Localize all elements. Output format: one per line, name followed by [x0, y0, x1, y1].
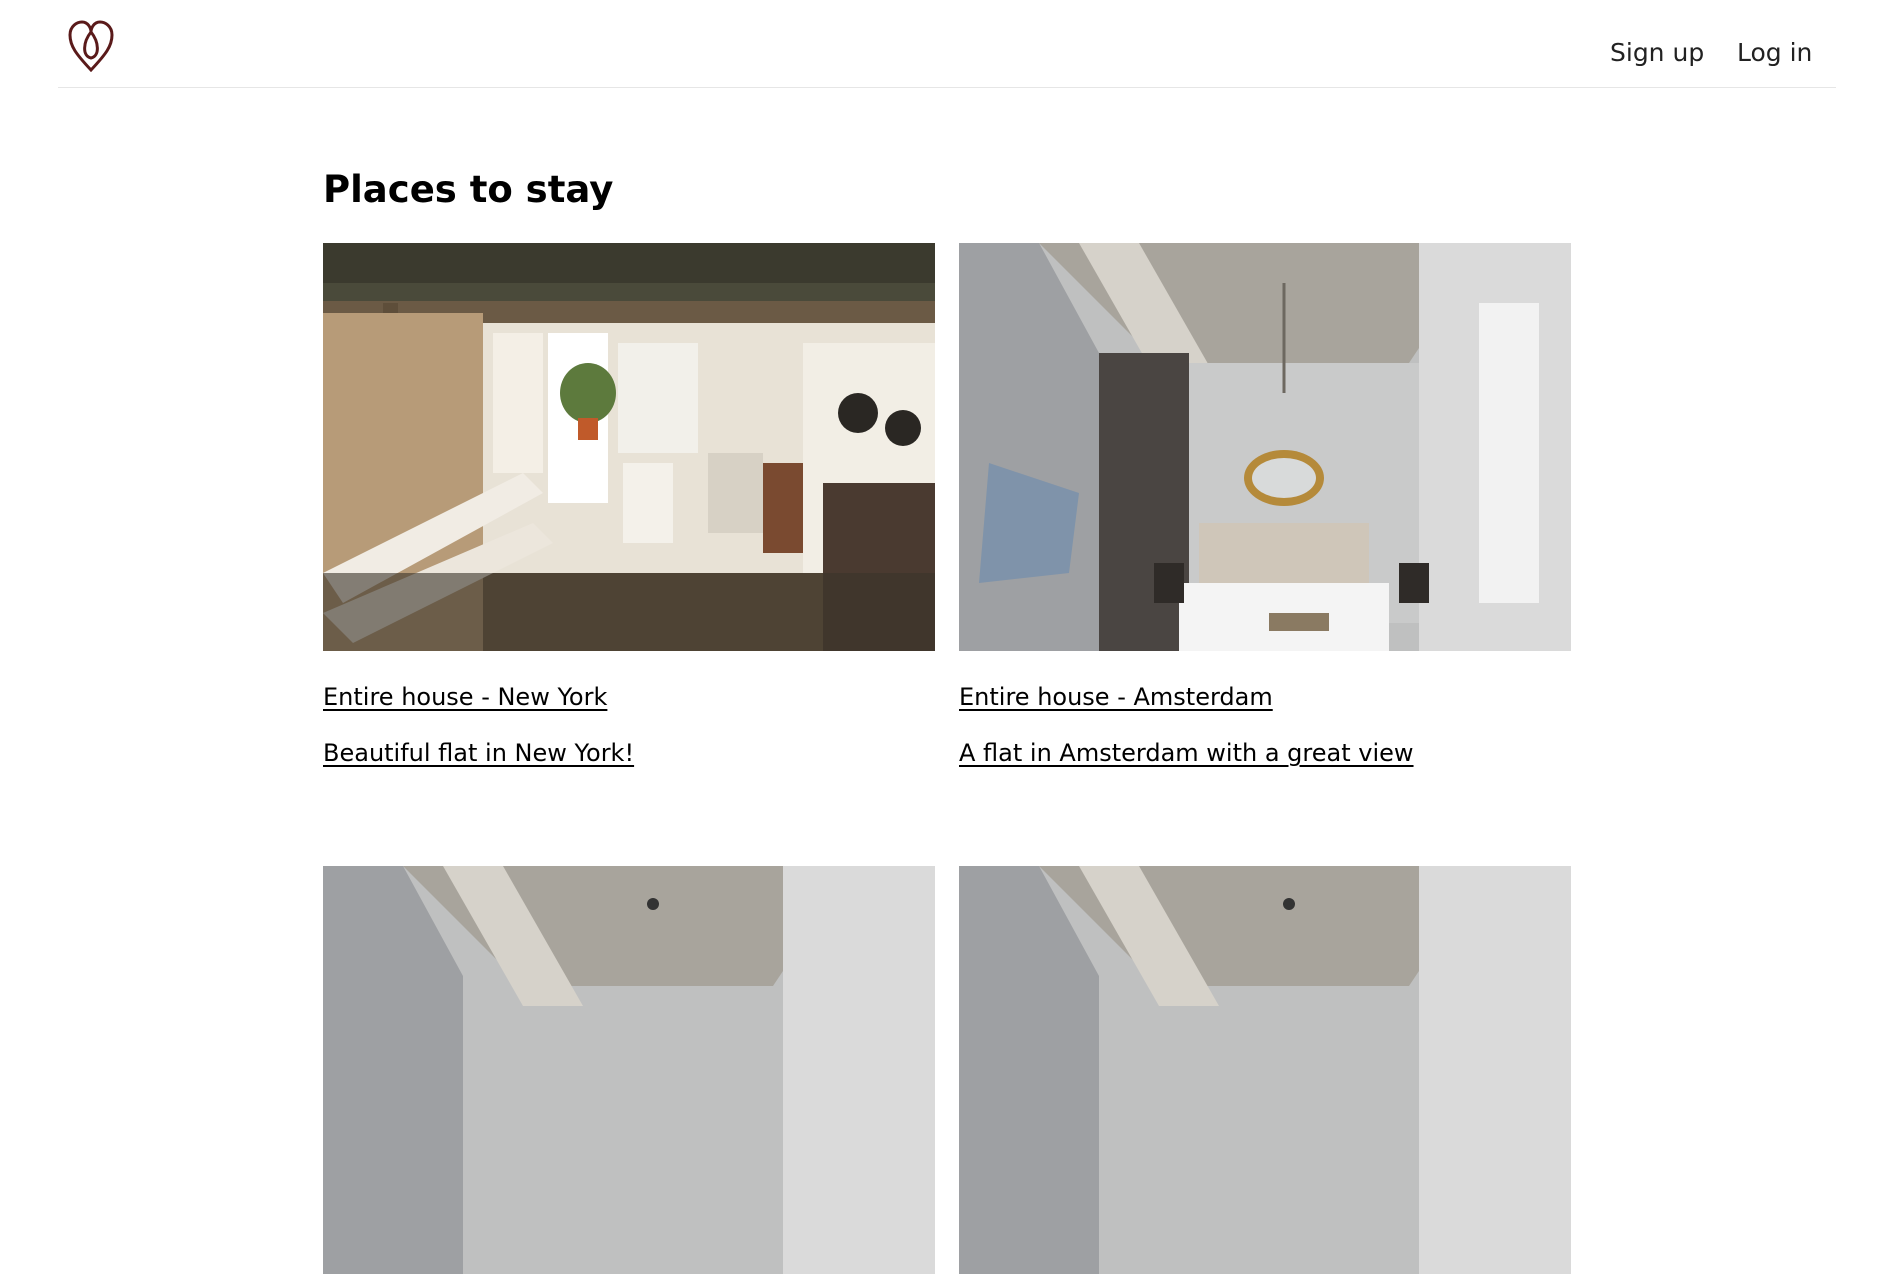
- heart-logo-icon[interactable]: [68, 20, 114, 73]
- listing-title-link[interactable]: Entire house - New York: [323, 683, 607, 711]
- listing-photo[interactable]: [323, 243, 935, 651]
- listing-photo[interactable]: [323, 866, 935, 1274]
- listing-photo[interactable]: [959, 866, 1571, 1274]
- listing-description-link[interactable]: A flat in Amsterdam with a great view: [959, 739, 1414, 767]
- page-title: Places to stay: [323, 168, 614, 211]
- top-nav-bar: Sign up Log in: [58, 0, 1836, 88]
- sign-up-link[interactable]: Sign up: [1610, 38, 1704, 67]
- listing-title-link[interactable]: Entire house - Amsterdam: [959, 683, 1273, 711]
- log-in-link[interactable]: Log in: [1737, 38, 1812, 67]
- listing-description-link[interactable]: Beautiful flat in New York!: [323, 739, 634, 767]
- listing-photo[interactable]: [959, 243, 1571, 651]
